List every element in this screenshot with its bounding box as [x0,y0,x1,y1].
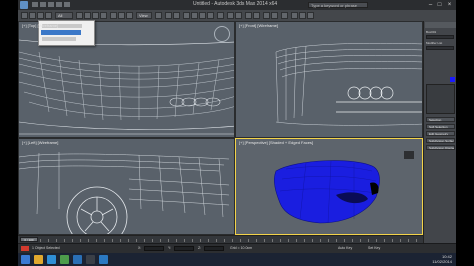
redo-button[interactable] [29,12,36,19]
file-explorer-icon[interactable] [34,255,43,264]
layer-manager-icon[interactable] [245,12,252,19]
close-button[interactable]: × [445,1,454,9]
snaps-toggle-icon[interactable] [183,12,190,19]
viewport-perspective-label[interactable]: [+] [Perspective] [Shaded + Edged Faces] [239,140,313,145]
unlink-icon[interactable] [45,12,52,19]
search-input[interactable]: Type a keyword or phrase [308,2,368,8]
viewport-top-label[interactable]: [+] [Top] [Wireframe] [22,23,58,28]
coord-x-field[interactable] [144,246,164,251]
modifier-list-dropdown[interactable] [426,46,454,50]
redo-icon[interactable] [64,2,70,7]
system-clock[interactable]: 10:42 11/02/2014 [432,254,452,264]
front-wireframe-drawing [275,43,422,126]
save-file-icon[interactable] [48,2,54,7]
rollout-soft-selection[interactable]: Soft Selection [426,124,455,129]
select-object-icon[interactable] [76,12,83,19]
selection-filter-dropdown[interactable]: All [55,12,73,19]
modifier-list-label: Modifier List [426,41,443,45]
mirror-icon[interactable] [227,12,234,19]
start-button-icon[interactable] [21,255,30,264]
viewport-perspective[interactable]: [+] [Perspective] [Shaded + Edged Faces] [235,138,423,235]
schematic-view-icon[interactable] [271,12,278,19]
material-editor-icon[interactable] [281,12,288,19]
rollout-edit-geometry[interactable]: Edit Geometry [426,131,455,136]
3dsmax-taskbar-icon[interactable] [86,255,95,264]
timeline-ticks [40,239,420,242]
coord-z-label: Z: [198,246,202,250]
align-icon[interactable] [235,12,242,19]
dropdown-item[interactable] [42,37,76,41]
link-icon[interactable] [37,12,44,19]
grid-size-text: Grid = 10.0cm [230,246,253,250]
move-icon[interactable] [110,12,117,19]
app-window: Untitled - Autodesk 3ds Max 2014 x64 Typ… [18,0,456,266]
coord-y-label: Y: [168,246,172,250]
viewport-left[interactable]: [+] [Left] [Wireframe] [18,138,235,235]
viewcube-icon[interactable] [214,26,230,42]
app-icon[interactable] [60,255,69,264]
coord-x-label: X: [138,246,142,250]
percent-snap-icon[interactable] [199,12,206,19]
viewport-front[interactable]: [+] [Front] [Wireframe] [235,21,423,138]
clock-date: 11/02/2014 [432,259,452,264]
keyboard-shortcut-icon[interactable] [173,12,180,19]
maxscript-listener-icon[interactable] [21,246,29,251]
reference-coordinate-dropdown[interactable]: View [136,12,152,19]
browser-icon[interactable] [47,255,56,264]
graphite-ribbon-icon[interactable] [253,12,260,19]
named-selection-icon[interactable] [217,12,224,19]
select-manipulate-icon[interactable] [165,12,172,19]
angle-snap-icon[interactable] [191,12,198,19]
render-setup-icon[interactable] [291,12,298,19]
modifier-stack-list[interactable] [426,84,455,114]
viewport-front-label[interactable]: [+] [Front] [Wireframe] [239,23,278,28]
rotate-icon[interactable] [118,12,125,19]
rollout-selection[interactable]: Selection [426,117,455,122]
pivot-center-icon[interactable] [155,12,162,19]
os-taskbar: 10:42 11/02/2014 [18,253,456,266]
render-production-icon[interactable] [307,12,314,19]
left-wireframe-drawing [19,152,230,234]
coord-z-field[interactable] [204,246,224,251]
minimize-button[interactable]: – [426,1,435,9]
select-by-name-icon[interactable] [84,12,91,19]
maximize-button[interactable]: □ [435,1,444,9]
open-file-icon[interactable] [40,2,46,7]
curve-editor-icon[interactable] [263,12,270,19]
object-name-label: Box001 [426,30,437,34]
command-panel: Box001 Modifier List Selection Soft Sele… [423,21,456,243]
rollout-subdivision-displacement[interactable]: Subdivision Displacement [426,145,455,150]
viewcube-icon[interactable] [404,151,414,159]
scale-icon[interactable] [126,12,133,19]
app-logo-icon[interactable] [20,1,28,9]
undo-button[interactable] [21,12,28,19]
viewport-left-label[interactable]: [+] [Left] [Wireframe] [22,140,58,145]
object-color-swatch[interactable] [450,77,455,82]
undo-icon[interactable] [56,2,62,7]
object-name-field[interactable] [426,35,454,39]
dropdown-item-selected[interactable] [41,30,81,35]
car-hood-mesh [274,160,380,224]
time-slider[interactable]: 0 / 100 [20,237,38,242]
window-title: Untitled - Autodesk 3ds Max 2014 x64 [193,1,278,7]
app-icon-3[interactable] [99,255,108,264]
selection-count-text: 1 Object Selected [32,246,60,250]
app-icon-2[interactable] [73,255,82,264]
new-file-icon[interactable] [32,2,38,7]
set-key-button[interactable]: Set Key [368,246,380,250]
rendered-frame-icon[interactable] [299,12,306,19]
command-panel-tabs[interactable] [425,22,456,28]
coord-y-field[interactable] [174,246,194,251]
window-crossing-icon[interactable] [100,12,107,19]
auto-key-button[interactable]: Auto Key [338,246,352,250]
rollout-subdivision-surface[interactable]: Subdivision Surface [426,138,455,143]
spinner-snap-icon[interactable] [207,12,214,19]
region-select-icon[interactable] [92,12,99,19]
